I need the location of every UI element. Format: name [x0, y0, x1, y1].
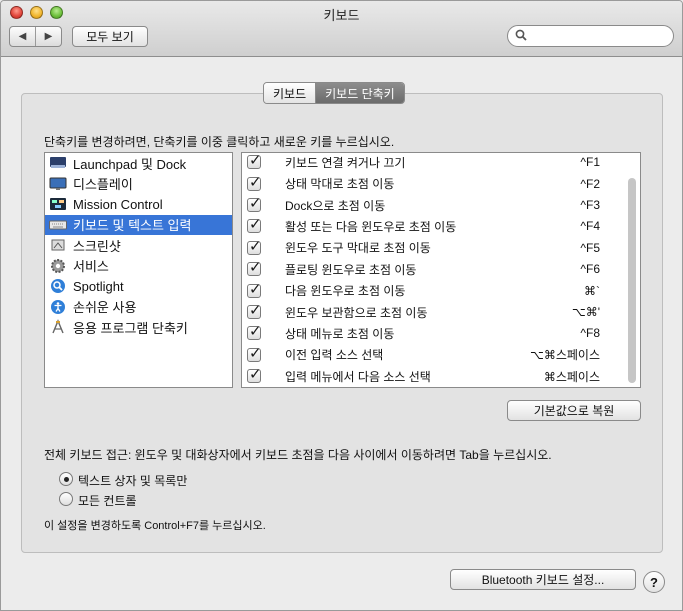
- shortcut-row[interactable]: 플로팅 윈도우로 초점 이동 ^F6: [242, 258, 627, 280]
- shortcut-checkbox[interactable]: [247, 194, 262, 213]
- tab-keyboard[interactable]: 키보드: [264, 83, 317, 103]
- shortcut-row[interactable]: 다음 윈도우로 초점 이동 ⌘`: [242, 280, 627, 301]
- category-list: Launchpad 및 Dock 디스플레이 Mission Control 키…: [44, 152, 233, 388]
- shortcut-name: 상태 막대로 초점 이동: [285, 177, 395, 192]
- shortcut-keys[interactable]: ⌘스페이스: [544, 368, 600, 385]
- shortcut-checkbox[interactable]: [247, 215, 262, 234]
- control-f7-note: 이 설정을 변경하도록 Control+F7를 누르십시오.: [44, 520, 266, 532]
- category-accessibility[interactable]: 손쉬운 사용: [45, 297, 232, 318]
- window-title: 키보드: [323, 8, 360, 23]
- shortcut-name: 입력 메뉴에서 다음 소스 선택: [285, 369, 431, 384]
- category-spotlight[interactable]: Spotlight: [45, 276, 232, 297]
- radio-label: 모든 컨트롤: [78, 494, 137, 508]
- shortcut-name: 윈도우 도구 막대로 초점 이동: [285, 241, 431, 256]
- category-mission-control[interactable]: Mission Control: [45, 194, 232, 215]
- shortcut-checkbox[interactable]: [247, 322, 262, 341]
- category-keyboard-text-input[interactable]: 키보드 및 텍스트 입력: [45, 214, 232, 235]
- shortcut-keys[interactable]: ⌘`: [584, 284, 600, 298]
- shortcut-name: Dock으로 초점 이동: [285, 198, 386, 213]
- category-label: 응용 프로그램 단축키: [73, 320, 188, 336]
- shortcut-keys[interactable]: ⌥⌘스페이스: [530, 346, 600, 363]
- radio-text-boxes-lists-only[interactable]: [59, 472, 73, 486]
- shortcut-row[interactable]: 윈도우 도구 막대로 초점 이동 ^F5: [242, 237, 627, 258]
- preferences-window: 키보드 ◀ ▶ 모두 보기 키보드 키보드 단축키 단축키를 변경하려면, 단축…: [0, 0, 683, 611]
- accessibility-icon: [49, 299, 67, 315]
- shortcut-checkbox[interactable]: [247, 365, 262, 384]
- shortcut-name: 윈도우 보관함으로 초점 이동: [285, 305, 428, 320]
- gear-icon: [49, 258, 67, 274]
- radio-all-controls[interactable]: [59, 492, 73, 506]
- shortcut-name: 이전 입력 소스 선택: [285, 348, 384, 363]
- shortcut-row[interactable]: 키보드 연결 켜거나 끄기 ^F1: [242, 153, 627, 173]
- shortcut-row[interactable]: Dock으로 초점 이동 ^F3: [242, 194, 627, 215]
- shortcut-checkbox[interactable]: [247, 258, 262, 277]
- shortcut-row[interactable]: 입력 메뉴에서 다음 소스 선택 ⌘스페이스: [242, 365, 627, 387]
- shortcut-checkbox[interactable]: [247, 344, 262, 362]
- category-launchpad-dock[interactable]: Launchpad 및 Dock: [45, 153, 232, 174]
- category-label: 서비스: [73, 259, 109, 275]
- category-services[interactable]: 서비스: [45, 256, 232, 277]
- shortcut-keys[interactable]: ^F6: [580, 262, 600, 276]
- display-icon: [49, 176, 67, 192]
- keyboard-icon: [49, 217, 67, 233]
- titlebar: 키보드 ◀ ▶ 모두 보기: [1, 1, 682, 57]
- shortcut-row[interactable]: 이전 입력 소스 선택 ⌥⌘스페이스: [242, 344, 627, 365]
- shortcut-checkbox[interactable]: [247, 237, 262, 255]
- back-forward-control: ◀ ▶: [9, 26, 62, 47]
- restore-defaults-button[interactable]: 기본값으로 복원: [507, 400, 641, 421]
- category-label: 손쉬운 사용: [73, 300, 137, 316]
- shortcut-checkbox[interactable]: [247, 173, 262, 191]
- tab-bar: 키보드 키보드 단축키: [263, 82, 405, 104]
- shortcut-row[interactable]: 활성 또는 다음 윈도우로 초점 이동 ^F4: [242, 215, 627, 237]
- shortcut-row[interactable]: 상태 막대로 초점 이동 ^F2: [242, 173, 627, 194]
- back-icon[interactable]: ◀: [10, 27, 36, 46]
- shortcut-keys[interactable]: ^F3: [580, 198, 600, 212]
- category-label: Launchpad 및 Dock: [73, 156, 187, 172]
- launchpad-icon: [49, 155, 67, 171]
- instruction-text: 단축키를 변경하려면, 단축키를 이중 클릭하고 새로운 키를 누르십시오.: [44, 135, 395, 149]
- screenshot-icon: [49, 237, 67, 253]
- category-app-shortcuts[interactable]: 응용 프로그램 단축키: [45, 317, 232, 338]
- category-label: 디스플레이: [73, 177, 133, 193]
- search-field[interactable]: [507, 25, 674, 47]
- category-label: 키보드 및 텍스트 입력: [73, 218, 192, 234]
- help-button[interactable]: ?: [643, 571, 665, 593]
- category-label: Spotlight: [73, 278, 124, 294]
- spotlight-icon: [49, 278, 67, 294]
- shortcut-keys[interactable]: ^F8: [580, 326, 600, 340]
- shortcut-name: 키보드 연결 켜거나 끄기: [285, 155, 406, 170]
- shortcut-name: 상태 메뉴로 초점 이동: [285, 326, 395, 341]
- radio-label: 텍스트 상자 및 목록만: [78, 474, 188, 488]
- shortcut-list: 키보드 연결 켜거나 끄기 ^F1 상태 막대로 초점 이동 ^F2 Dock으…: [241, 152, 641, 388]
- shortcut-keys[interactable]: ^F5: [580, 241, 600, 255]
- bluetooth-keyboard-setup-button[interactable]: Bluetooth 키보드 설정...: [450, 569, 636, 590]
- shortcut-keys[interactable]: ⌥⌘': [572, 305, 600, 319]
- shortcut-checkbox[interactable]: [247, 280, 262, 298]
- category-display[interactable]: 디스플레이: [45, 174, 232, 195]
- shortcut-checkbox[interactable]: [247, 153, 262, 170]
- shortcut-row[interactable]: 윈도우 보관함으로 초점 이동 ⌥⌘': [242, 301, 627, 322]
- shortcut-keys[interactable]: ^F2: [580, 177, 600, 191]
- shortcut-name: 플로팅 윈도우로 초점 이동: [285, 262, 417, 277]
- shortcut-keys[interactable]: ^F1: [580, 155, 600, 169]
- search-icon: [515, 29, 527, 41]
- shortcut-keys[interactable]: ^F4: [580, 219, 600, 233]
- category-label: 스크린샷: [73, 238, 121, 254]
- tab-keyboard-shortcuts[interactable]: 키보드 단축키: [316, 83, 404, 103]
- category-label: Mission Control: [73, 196, 163, 212]
- shortcut-list-scrollbar[interactable]: [628, 178, 636, 383]
- mission-control-icon: [49, 196, 67, 212]
- shortcut-name: 활성 또는 다음 윈도우로 초점 이동: [285, 219, 457, 234]
- full-keyboard-access-description: 전체 키보드 접근: 윈도우 및 대화상자에서 키보드 초점을 다음 사이에서 …: [44, 448, 552, 462]
- app-shortcuts-icon: [49, 319, 67, 335]
- category-screenshot[interactable]: 스크린샷: [45, 235, 232, 256]
- shortcut-row[interactable]: 상태 메뉴로 초점 이동 ^F8: [242, 322, 627, 344]
- forward-icon[interactable]: ▶: [36, 27, 61, 46]
- shortcut-checkbox[interactable]: [247, 301, 262, 320]
- show-all-button[interactable]: 모두 보기: [72, 26, 148, 47]
- shortcut-name: 다음 윈도우로 초점 이동: [285, 284, 406, 299]
